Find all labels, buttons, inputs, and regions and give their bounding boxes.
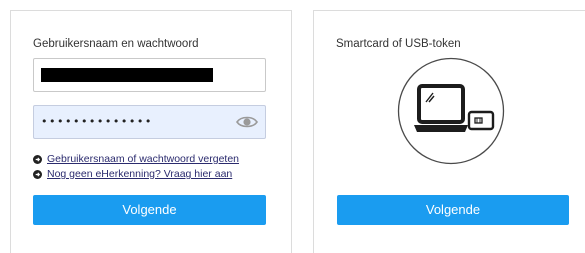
redacted-username	[41, 68, 213, 82]
smartcard-next-button[interactable]: Volgende	[337, 195, 569, 225]
forgot-credentials-link[interactable]: Gebruikersnaam of wachtwoord vergeten	[47, 153, 239, 165]
smartcard-login-title: Smartcard of USB-token	[336, 38, 461, 50]
request-eherkenning-row: Nog geen eHerkenning? Vraag hier aan	[33, 167, 239, 181]
login-options-page: Gebruikersnaam en wachtwoord •••••••••••…	[0, 0, 585, 253]
username-input[interactable]	[33, 58, 266, 92]
password-value: ••••••••••••••	[41, 115, 153, 128]
smartcard-login-card: Smartcard of USB-token Volgende	[313, 10, 585, 253]
forgot-credentials-row: Gebruikersnaam of wachtwoord vergeten	[33, 152, 239, 166]
arrow-circle-right-icon	[33, 169, 42, 179]
help-links: Gebruikersnaam of wachtwoord vergeten No…	[33, 152, 239, 182]
request-eherkenning-link[interactable]: Nog geen eHerkenning? Vraag hier aan	[47, 168, 232, 180]
laptop-with-smartcard-icon	[397, 57, 505, 165]
eye-icon[interactable]	[236, 114, 258, 130]
password-input[interactable]: ••••••••••••••	[33, 105, 266, 139]
arrow-circle-right-icon	[33, 154, 42, 164]
password-login-card: Gebruikersnaam en wachtwoord •••••••••••…	[10, 10, 292, 253]
password-login-title: Gebruikersnaam en wachtwoord	[33, 38, 199, 50]
password-next-button[interactable]: Volgende	[33, 195, 266, 225]
